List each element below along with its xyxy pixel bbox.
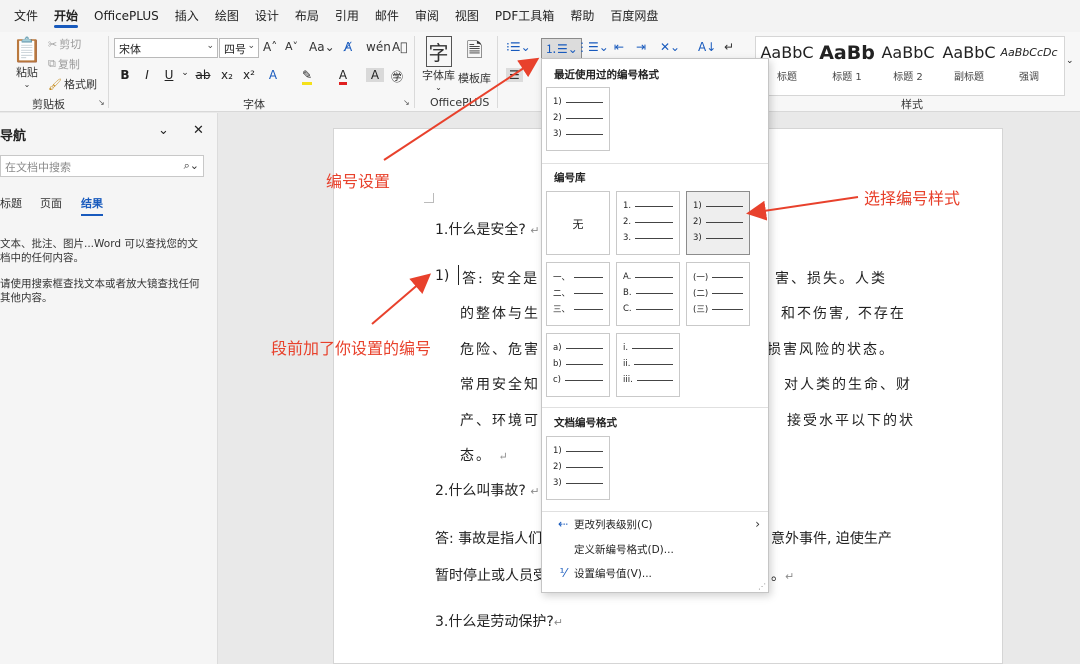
arrow-to-paragraph-number: [371, 273, 432, 325]
arrow-to-numbering-button: [383, 57, 540, 161]
annotation-arrows: [371, 57, 859, 325]
arrow-to-numbering-style: [746, 196, 859, 221]
